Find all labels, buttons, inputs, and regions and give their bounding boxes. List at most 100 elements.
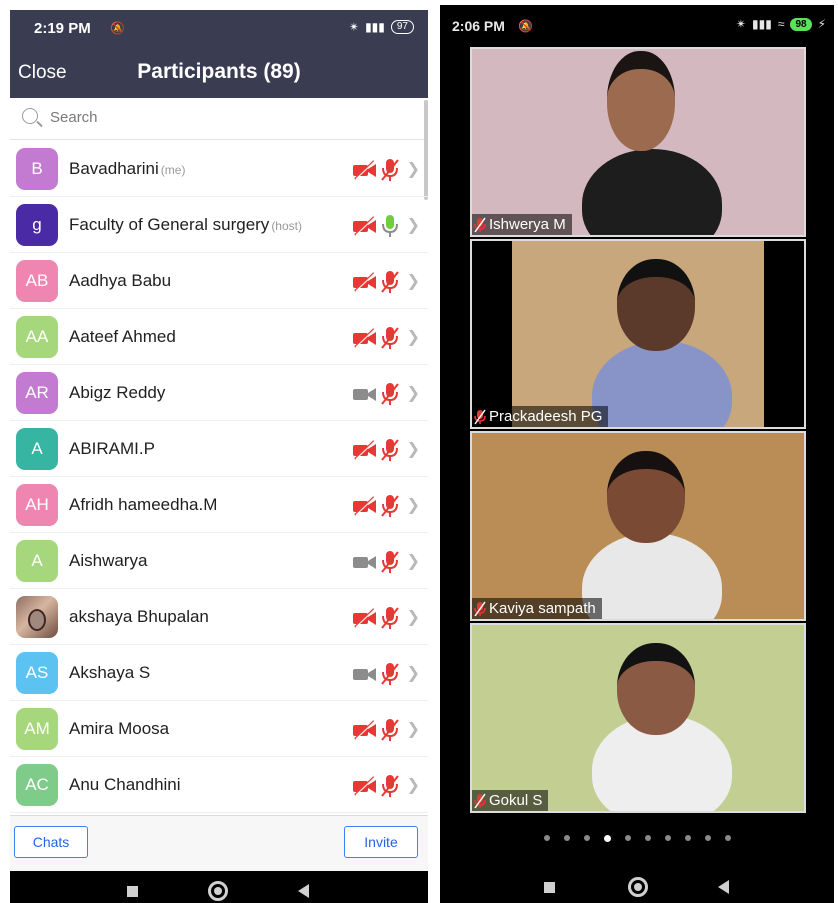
gallery-view-screen: 2:06 PM 🔕 ✴ ▮▮▮ ≈ 98 ⚡ Ishwerya M Prackad… [440,5,834,903]
search-input[interactable] [50,109,410,126]
chevron-right-icon[interactable]: ❯ [407,608,420,628]
page-dot[interactable] [563,835,570,841]
participant-name: Gokul S [489,792,543,809]
video-feed [472,433,804,619]
participant-row[interactable]: AA Aateef Ahmed ❯ [10,309,428,365]
participant-name: Anu Chandhini [69,775,181,794]
person-head [617,643,695,735]
back-icon[interactable] [298,884,309,898]
android-nav-bar [10,871,428,903]
video-off-icon [352,496,376,516]
chevron-right-icon[interactable]: ❯ [407,496,420,516]
recents-icon[interactable] [127,886,138,897]
search-bar[interactable] [10,98,428,140]
page-dot[interactable] [664,835,671,841]
mic-muted-icon [380,663,399,685]
participant-name: ABIRAMI.P [69,439,155,458]
participant-row[interactable]: B Bavadharini (me) ❯ [10,141,428,197]
video-tile[interactable]: Gokul S [470,623,806,813]
video-tile-label: Kaviya sampath [472,598,602,619]
chevron-right-icon[interactable]: ❯ [407,328,420,348]
avatar: AC [16,764,58,806]
participant-row[interactable]: akshaya Bhupalan ❯ [10,589,428,645]
participant-name: Aishwarya [69,551,148,570]
participant-controls: ❯ [352,382,420,406]
participant-controls: ❯ [352,214,420,238]
mic-muted-icon [474,217,486,232]
wifi-icon: ≈ [777,17,785,31]
participant-name: Akshaya S [69,663,151,682]
chevron-right-icon[interactable]: ❯ [407,552,420,572]
participant-name: Afridh hameedha.M [69,495,218,514]
invite-button[interactable]: Invite [344,826,418,858]
participant-controls: ❯ [352,494,420,518]
battery-icon: 97 [390,20,414,34]
video-tile[interactable]: Kaviya sampath [470,431,806,621]
avatar: AB [16,260,58,302]
page-dot[interactable] [583,835,590,841]
mic-muted-icon [380,383,399,405]
chats-button[interactable]: Chats [14,826,88,858]
signal-icon: ▮▮▮ [365,20,385,34]
chevron-right-icon[interactable]: ❯ [407,384,420,404]
participants-screen: 2:19 PM 🔕 ✴ ▮▮▮ 97 Close Participants (8… [10,10,428,903]
participant-controls: ❯ [352,158,420,182]
participant-name: Abigz Reddy [69,383,166,402]
chevron-right-icon[interactable]: ❯ [407,664,420,684]
mic-muted-icon [380,719,399,741]
participant-row[interactable]: A Aishwarya ❯ [10,533,428,589]
participant-row[interactable]: AC Anu Chandhini ❯ [10,757,428,813]
participant-row[interactable]: AH Afridh hameedha.M ❯ [10,477,428,533]
participant-row[interactable]: AS Akshaya S ❯ [10,645,428,701]
participant-controls: ❯ [352,718,420,742]
participant-row[interactable]: g Faculty of General surgery (host) ❯ [10,197,428,253]
page-dot[interactable] [624,835,631,841]
participant-row[interactable]: A ABIRAMI.P ❯ [10,421,428,477]
person-head [607,451,685,543]
page-dot[interactable] [704,835,711,841]
person-body [582,533,722,619]
video-tile[interactable]: Prackadeesh PG [470,239,806,429]
chevron-right-icon[interactable]: ❯ [407,272,420,292]
participants-footer: Chats Invite [10,815,428,871]
status-bar: 2:19 PM 🔕 ✴ ▮▮▮ 97 [10,10,428,46]
person-head [617,259,695,351]
participant-controls: ❯ [352,326,420,350]
page-dot[interactable] [603,835,611,842]
avatar: A [16,428,58,470]
avatar: A [16,540,58,582]
mic-muted-icon [380,439,399,461]
page-dot[interactable] [724,835,731,841]
page-dot[interactable] [644,835,651,841]
page-dot[interactable] [684,835,691,841]
chevron-right-icon[interactable]: ❯ [407,160,420,180]
chevron-right-icon[interactable]: ❯ [407,440,420,460]
avatar: AA [16,316,58,358]
mic-muted-icon [380,159,399,181]
participant-row[interactable]: AB Aadhya Babu ❯ [10,253,428,309]
participant-controls: ❯ [352,662,420,686]
participant-row[interactable]: AM Amira Moosa ❯ [10,701,428,757]
participant-controls: ❯ [352,550,420,574]
video-off-icon [352,272,376,292]
mic-muted-icon [380,327,399,349]
page-title: Participants (89) [137,60,301,83]
participant-list: B Bavadharini (me) ❯ g Faculty of General sur… [10,141,428,813]
video-off-icon [352,720,376,740]
participant-name: Ishwerya M [489,216,566,233]
participant-row[interactable]: AR Abigz Reddy ❯ [10,365,428,421]
video-feed [472,241,804,427]
home-icon[interactable] [208,881,228,901]
video-off-icon [352,328,376,348]
video-tile[interactable]: Ishwerya M [470,47,806,237]
recents-icon[interactable] [544,882,555,893]
home-icon[interactable] [628,877,648,897]
chevron-right-icon[interactable]: ❯ [407,776,420,796]
chevron-right-icon[interactable]: ❯ [407,720,420,740]
participant-name: akshaya Bhupalan [69,607,209,626]
video-feed [472,625,804,811]
page-dot[interactable] [543,835,550,841]
chevron-right-icon[interactable]: ❯ [407,216,420,236]
silent-icon: 🔕 [518,19,533,33]
back-icon[interactable] [718,880,729,894]
